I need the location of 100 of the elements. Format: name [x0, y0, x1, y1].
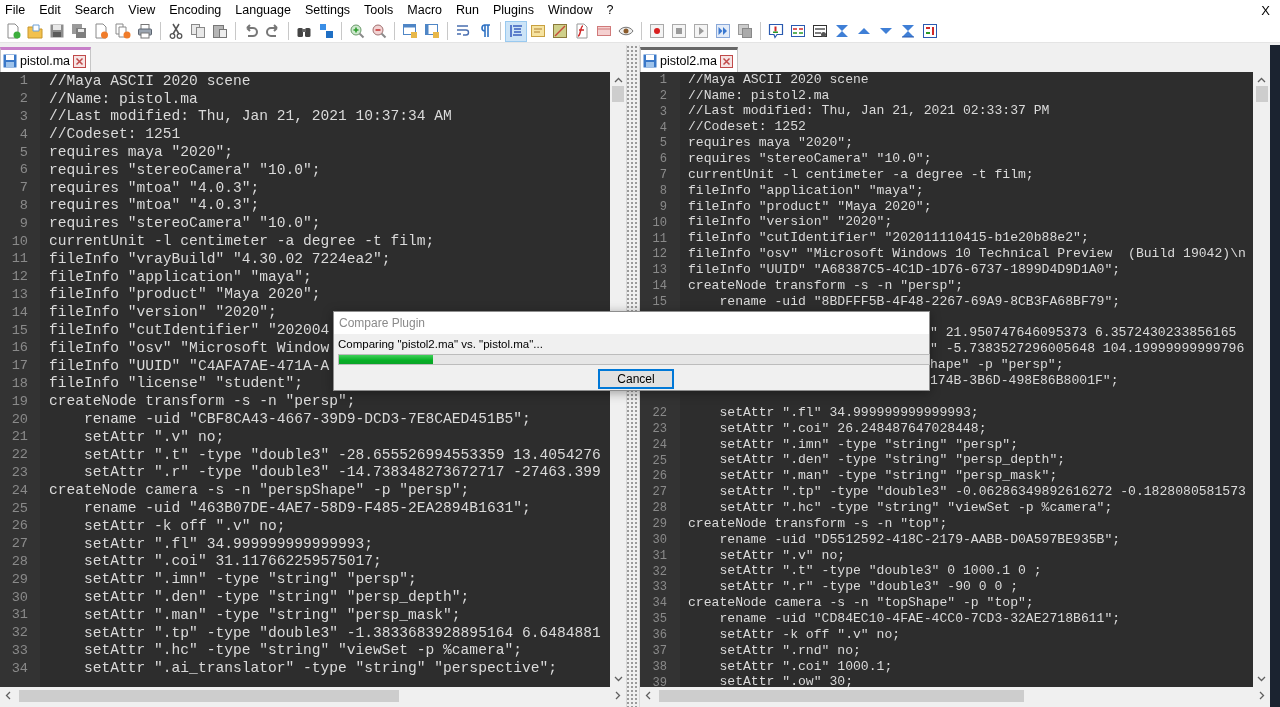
- dialog-title: Compare Plugin: [339, 316, 426, 330]
- code-line: requires "stereoCamera" "10.0";: [49, 215, 321, 232]
- line-number: 24: [10, 482, 29, 498]
- code-line: fileInfo "osv" "Microsoft Window: [49, 339, 330, 356]
- menu-item[interactable]: Language: [230, 1, 298, 19]
- scroll-thumb[interactable]: [612, 86, 624, 102]
- menu-item[interactable]: File: [0, 1, 33, 19]
- line-number: 19: [10, 393, 29, 409]
- scroll-left-icon[interactable]: [644, 691, 653, 700]
- code-line: currentUnit -l centimeter -a degree -t film;: [49, 233, 435, 250]
- line-number: 1: [18, 73, 29, 89]
- code-line: requires "mtoa" "4.0.3";: [49, 197, 260, 214]
- code-line: setAttr ".imn" -type "string" "persp";: [83, 571, 417, 588]
- menu-item[interactable]: Settings: [299, 1, 358, 19]
- scroll-up-icon[interactable]: [613, 76, 623, 85]
- file-tab[interactable]: pistol.ma: [0, 47, 92, 72]
- scroll-up-icon[interactable]: [1257, 76, 1266, 85]
- line-number: 21: [10, 429, 29, 445]
- code-line: requires "mtoa" "4.0.3";: [49, 179, 260, 196]
- code-line: requires maya "2020";: [688, 136, 853, 151]
- menu-item[interactable]: Encoding: [164, 1, 229, 19]
- code-line: fileInfo "version" "2020";: [688, 215, 893, 230]
- line-number: 14: [10, 304, 29, 320]
- indent-guide-icon[interactable]: [505, 20, 527, 42]
- scroll-thumb[interactable]: [1255, 86, 1268, 102]
- line-number: 5: [658, 136, 668, 151]
- line-number: 34: [651, 596, 668, 611]
- code-line: setAttr ".coi" 26.248487647028448;: [718, 421, 987, 437]
- line-number: 7: [18, 180, 29, 196]
- menu-item[interactable]: Edit: [34, 1, 68, 19]
- line-number: 30: [10, 589, 29, 605]
- line-number: 8: [658, 183, 668, 198]
- scroll-left-icon[interactable]: [4, 691, 13, 700]
- line-number: 12: [10, 269, 29, 285]
- menu-item[interactable]: Search: [69, 1, 122, 19]
- line-number: 12: [651, 247, 668, 262]
- close-icon[interactable]: [720, 54, 733, 68]
- cancel-button[interactable]: Cancel: [598, 369, 674, 389]
- code-line: fileInfo "version" "2020";: [49, 304, 277, 321]
- code-line: setAttr -k off ".v" no;: [718, 627, 901, 643]
- code-line: //Last modified: Thu, Jan 21, 2021 10:37:34 AM: [49, 108, 452, 125]
- code-line: rename -uid "8BDFFF5B-4F48-2267-69A9-8CB3FA68BF79";: [718, 294, 1121, 310]
- code-line: createNode transform -s -n "persp";: [688, 278, 963, 294]
- code-line: fileInfo "application" "maya";: [49, 268, 312, 285]
- code-line: //Maya ASCII 2020 scene: [688, 72, 869, 88]
- menu-item[interactable]: Plugins: [487, 1, 541, 19]
- code-line: createNode transform -s -n "top";: [688, 516, 948, 532]
- menu-item[interactable]: Run: [451, 1, 486, 19]
- scroll-right-icon[interactable]: [613, 691, 622, 700]
- code-line: createNode camera -s -n "perspShape" -p "persp";: [49, 482, 470, 499]
- code-line: fileInfo "UUID" "C4AFA7AE-471A-A: [49, 357, 330, 374]
- progress-message: Comparing "pistol2.ma" vs. "pistol.ma"...: [338, 338, 543, 350]
- code-line: currentUnit -l centimeter -a degree -t film;: [688, 167, 1034, 183]
- line-number: 23: [10, 464, 29, 480]
- code-line: //Codeset: 1251: [49, 126, 181, 143]
- line-number: 22: [10, 447, 29, 463]
- menu-item[interactable]: View: [123, 1, 163, 19]
- line-number: 11: [10, 251, 29, 267]
- line-number: 3: [658, 104, 668, 119]
- scroll-down-icon[interactable]: [613, 674, 623, 683]
- line-number: 26: [10, 518, 29, 534]
- code-line: fileInfo "product" "Maya 2020";: [688, 199, 932, 214]
- code-line: hape" -p "persp";: [930, 358, 1064, 373]
- line-number: 14: [651, 279, 668, 294]
- scroll-thumb[interactable]: [659, 689, 1024, 702]
- line-number: 10: [10, 233, 29, 249]
- code-line: rename -uid "CBF8CA43-4667-39D9-DCD3-7E8CAED451B5";: [83, 411, 531, 428]
- code-line: setAttr ".ai_translator" -type "string" "perspective";: [83, 660, 557, 677]
- menu-item[interactable]: Window: [542, 1, 600, 19]
- code-line: setAttr ".coi" 31.117662259575017;: [83, 553, 382, 570]
- file-tab[interactable]: pistol2.ma: [640, 47, 738, 72]
- code-line: setAttr ".fl" 34.999999999999993;: [83, 535, 374, 552]
- close-icon[interactable]: [73, 54, 87, 68]
- code-line: fileInfo "application" "maya";: [688, 183, 924, 199]
- line-number: 17: [10, 358, 29, 374]
- scroll-down-icon[interactable]: [1257, 674, 1266, 683]
- code-line: fileInfo "product" "Maya 2020";: [49, 286, 321, 303]
- line-number: 13: [651, 263, 668, 278]
- code-line: setAttr ".ow" 30;: [718, 675, 853, 687]
- line-number: 2: [18, 91, 29, 107]
- code-line: //Name: pistol2.ma: [688, 88, 830, 103]
- code-line: rename -uid "463B07DE-4AE7-58D9-F485-2EA2894B1631";: [83, 500, 531, 517]
- line-number: 4: [18, 126, 29, 142]
- code-line: setAttr ".t" -type "double3" 0 1000.1 0 ;: [718, 564, 1042, 579]
- scroll-thumb[interactable]: [19, 689, 399, 702]
- line-number: 32: [10, 625, 29, 641]
- code-line: setAttr ".v" no;: [718, 548, 846, 563]
- line-number: 30: [651, 532, 668, 547]
- code-line: setAttr ".fl" 34.999999999999993;: [718, 405, 979, 421]
- line-number: 37: [651, 643, 668, 658]
- line-number: 1: [658, 72, 668, 87]
- line-number: 25: [651, 453, 668, 468]
- menu-item[interactable]: Tools: [359, 1, 401, 19]
- menu-item[interactable]: ?: [601, 1, 621, 19]
- line-number: 33: [651, 580, 668, 595]
- menu-item[interactable]: Macro: [402, 1, 450, 19]
- close-button[interactable]: X: [1261, 2, 1270, 18]
- scroll-right-icon[interactable]: [1257, 691, 1266, 700]
- code-line: fileInfo "vrayBuild" "4.30.02 7224ea2";: [49, 250, 391, 267]
- line-number: 6: [18, 162, 29, 178]
